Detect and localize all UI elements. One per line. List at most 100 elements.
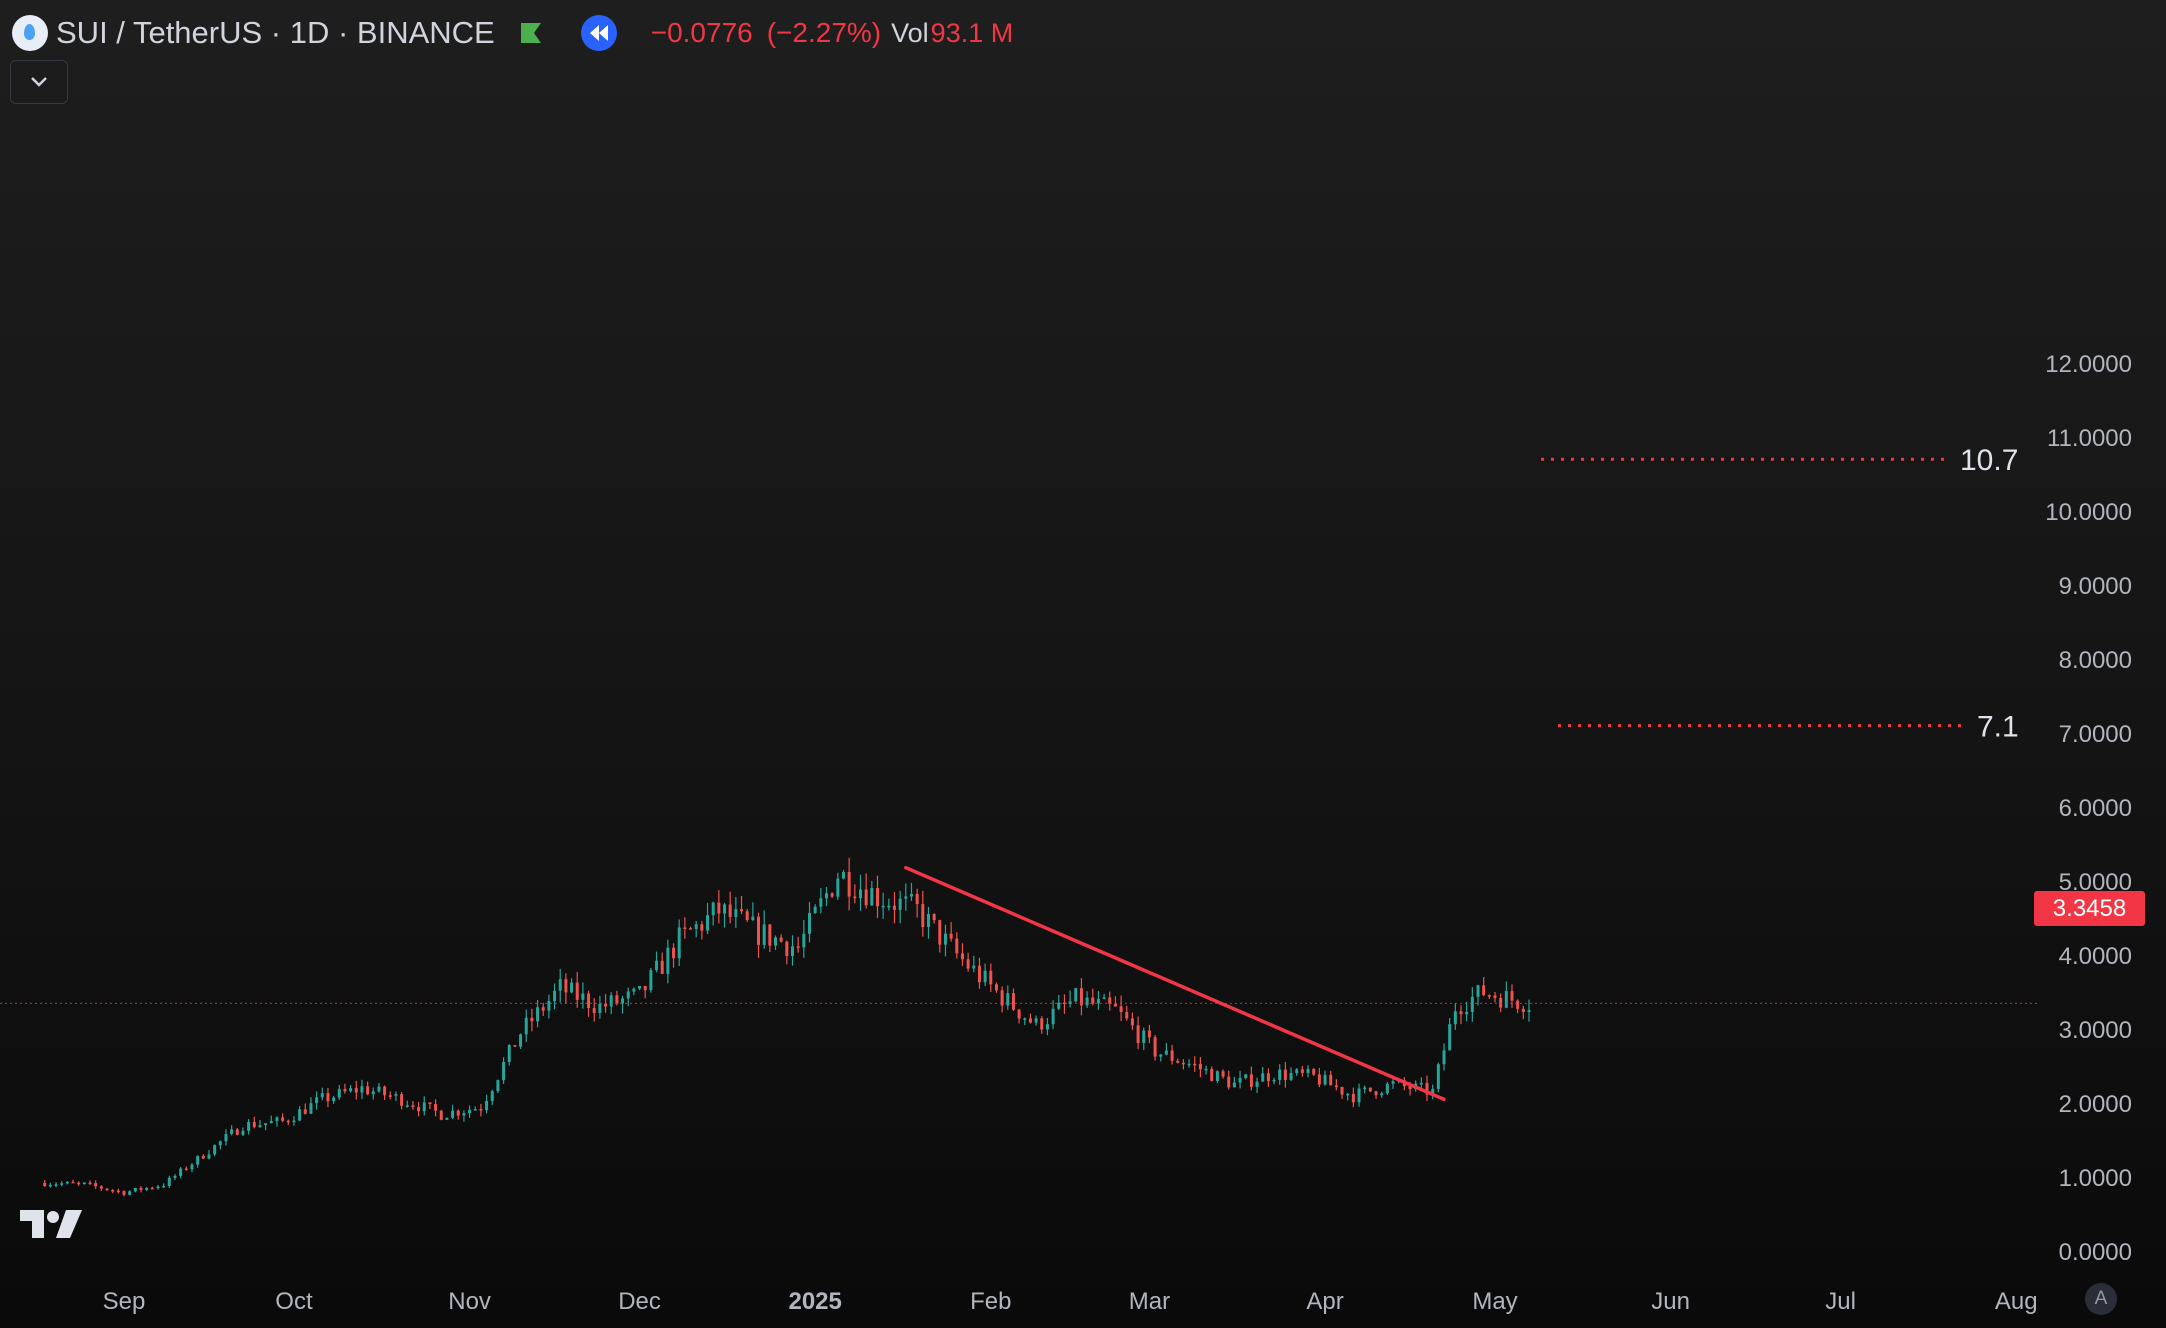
candle-body (1255, 1081, 1259, 1087)
candle-body (955, 938, 959, 954)
candle-body (82, 1182, 86, 1185)
candle-body (128, 1191, 132, 1195)
candle-body (343, 1089, 347, 1092)
candle-body (706, 915, 710, 931)
candle-body (711, 902, 715, 916)
candle-body (751, 916, 755, 921)
candle-body (1329, 1074, 1333, 1086)
candle-body (694, 924, 698, 929)
candle-body (615, 995, 619, 1004)
candle-body (541, 1007, 545, 1011)
y-tick-label: 0.0000 (2059, 1239, 2132, 1266)
candle-body (1198, 1063, 1202, 1070)
candle-body (400, 1094, 404, 1106)
candle-body (689, 928, 693, 930)
collapse-legend-button[interactable] (10, 60, 68, 104)
replay-icon[interactable] (580, 15, 617, 51)
price-chart[interactable]: 10.7 7.1 12.0000 11.0000 10.0000 9.0000 8.000… (0, 0, 2166, 1328)
candle-body (230, 1129, 234, 1134)
flag-icon[interactable] (519, 22, 543, 44)
candle-body (1385, 1083, 1389, 1094)
candle-body (179, 1168, 183, 1176)
candle-body (1232, 1082, 1236, 1088)
candle-body (1295, 1069, 1299, 1074)
candle-body (672, 947, 676, 959)
candle-body (1074, 988, 1078, 1002)
y-tick-label: 11.0000 (2047, 425, 2132, 452)
candle-body (762, 924, 766, 945)
candle-body (553, 990, 557, 1002)
candle-body (224, 1133, 228, 1142)
candle-body (740, 909, 744, 912)
chart-header: SUI / TetherUS · 1D · BINANCE −0.0776 (−… (12, 10, 1013, 56)
candle-body (1266, 1073, 1270, 1082)
candle-body (796, 946, 800, 948)
auto-scale-button[interactable]: A (2085, 1283, 2117, 1315)
candle-body (88, 1182, 92, 1185)
candle-body (983, 970, 987, 983)
level-label: 7.1 (1977, 711, 2019, 744)
candle-body (921, 904, 925, 928)
candle-body (1363, 1087, 1367, 1090)
candle-body (513, 1045, 517, 1047)
candle-body (977, 965, 981, 983)
candle-body (394, 1094, 398, 1096)
candle-body (1516, 1000, 1520, 1009)
candle-body (649, 970, 653, 991)
candle-body (960, 953, 964, 960)
candle-body (445, 1117, 449, 1120)
candle-body (1453, 1011, 1457, 1025)
candle-body (1521, 1008, 1525, 1013)
candle-body (116, 1190, 120, 1193)
x-tick-label: Mar (1129, 1288, 1170, 1315)
candle-body (717, 902, 721, 914)
candle-body (632, 988, 636, 992)
candle-body (1181, 1062, 1185, 1065)
volume-label: Vol (891, 17, 929, 48)
candle-body (133, 1187, 137, 1192)
candle-body (1147, 1030, 1151, 1038)
candle-body (655, 960, 659, 971)
price-change: −0.0776 (650, 17, 753, 48)
symbol-title[interactable]: SUI / TetherUS · 1D · BINANCE (56, 15, 495, 51)
candle-body (320, 1093, 324, 1098)
y-tick-label: 3.0000 (2059, 1017, 2132, 1044)
candle-body (558, 979, 562, 991)
candle-body (1278, 1069, 1282, 1080)
tradingview-logo-icon[interactable] (20, 1208, 82, 1240)
candle-body (388, 1095, 392, 1097)
candle-body (1465, 1011, 1469, 1015)
x-tick-label: Jun (1651, 1288, 1690, 1315)
x-tick-label: Aug (1995, 1288, 2038, 1315)
candle-body (841, 872, 845, 879)
candle-body (1130, 1018, 1134, 1026)
candle-body (728, 904, 732, 917)
candle-body (972, 965, 976, 969)
candle-body (60, 1183, 64, 1185)
candle-body (1028, 1018, 1032, 1023)
candle-body (1051, 1008, 1055, 1025)
candle-body (785, 941, 789, 956)
candle-body (162, 1185, 166, 1188)
candle-body (1193, 1063, 1197, 1066)
x-tick-label: 2025 (788, 1288, 841, 1315)
trendline (904, 865, 1446, 1102)
candle-body (1300, 1069, 1304, 1073)
candle-body (791, 946, 795, 956)
candle-body (405, 1105, 409, 1107)
candle-body (949, 933, 953, 939)
candle-body (241, 1130, 245, 1135)
candle-body (218, 1141, 222, 1146)
y-tick-label: 7.0000 (2059, 721, 2132, 748)
candle-body (1499, 997, 1503, 1008)
candle-body (813, 906, 817, 913)
candle-body (1504, 991, 1508, 1008)
candle-body (604, 1003, 608, 1007)
candle-body (354, 1088, 358, 1093)
candle-body (264, 1123, 268, 1126)
candle-body (456, 1110, 460, 1116)
candle-body (1510, 991, 1514, 1001)
candle-body (201, 1155, 205, 1159)
candle-body (479, 1109, 483, 1111)
candle-body (422, 1102, 426, 1112)
